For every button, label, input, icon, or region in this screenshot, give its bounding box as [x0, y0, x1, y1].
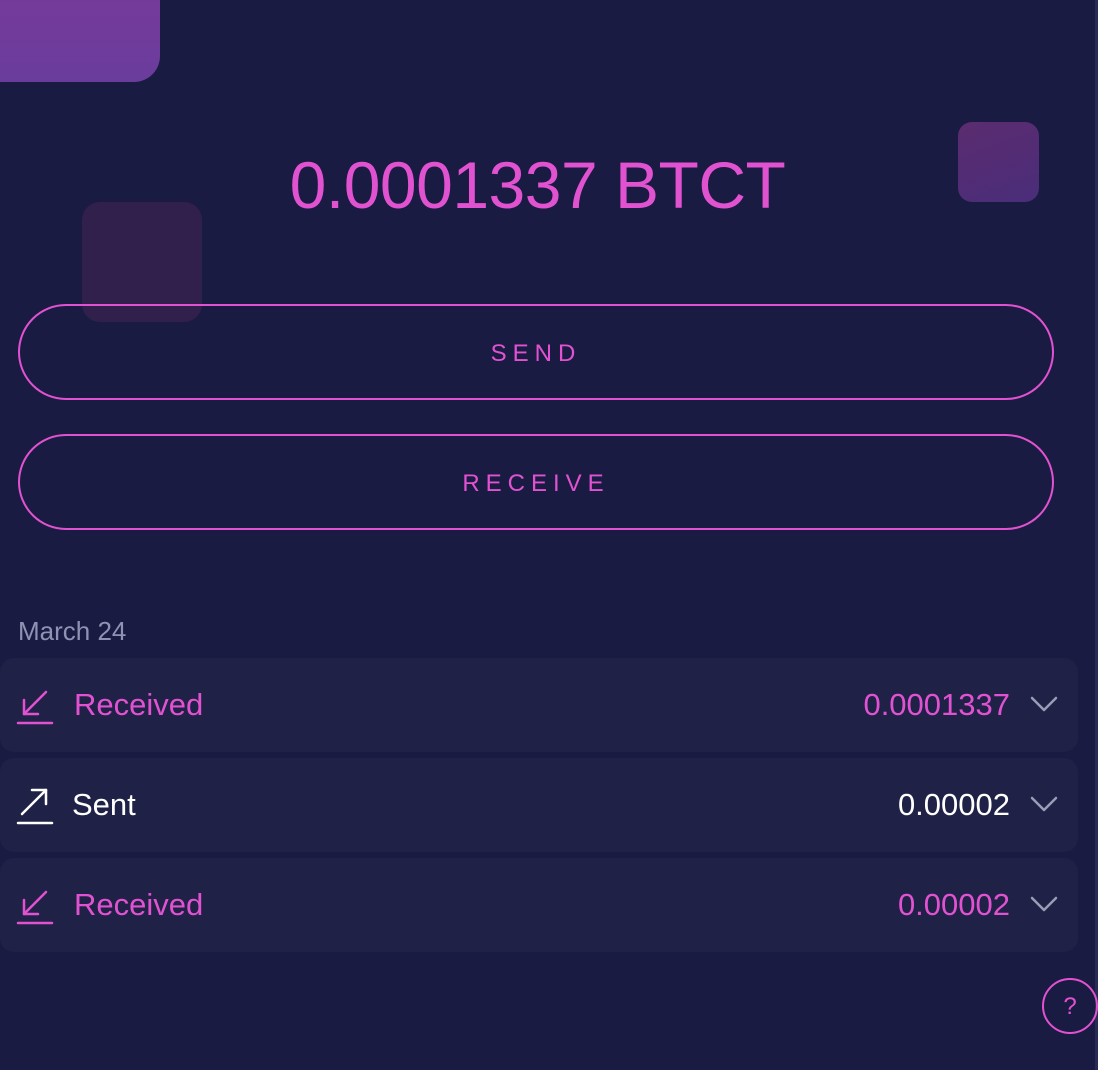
arrow-up-right-icon: [16, 788, 54, 825]
decorative-shape-top-left: [0, 0, 160, 82]
transaction-row[interactable]: Received 0.00002: [0, 858, 1078, 952]
arrow-down-left-icon: [16, 690, 54, 725]
transaction-row[interactable]: Received 0.0001337: [0, 658, 1078, 752]
chevron-down-icon[interactable]: [1028, 892, 1060, 916]
help-button[interactable]: ?: [1042, 978, 1098, 1034]
transaction-date-heading: March 24: [18, 616, 127, 646]
balance-amount: 0.0001337 BTCT: [289, 148, 786, 222]
receive-button[interactable]: RECEIVE: [18, 434, 1054, 530]
transaction-type: Sent: [72, 787, 136, 822]
transaction-type: Received: [74, 687, 204, 722]
transaction-row[interactable]: Sent 0.00002: [0, 758, 1078, 852]
transaction-amount: 0.00002: [897, 787, 1010, 822]
chevron-down-icon[interactable]: [1028, 692, 1060, 716]
arrow-down-left-icon: [16, 890, 54, 925]
send-button[interactable]: SEND: [18, 304, 1054, 400]
transaction-amount: 0.0001337: [863, 687, 1010, 722]
transaction-type: Received: [74, 887, 204, 922]
chevron-down-icon[interactable]: [1028, 792, 1060, 816]
wallet-screen: 0.0001337 BTCT SEND RECEIVE March 24 Rec…: [0, 0, 1098, 1070]
transaction-amount: 0.00002: [897, 887, 1010, 922]
